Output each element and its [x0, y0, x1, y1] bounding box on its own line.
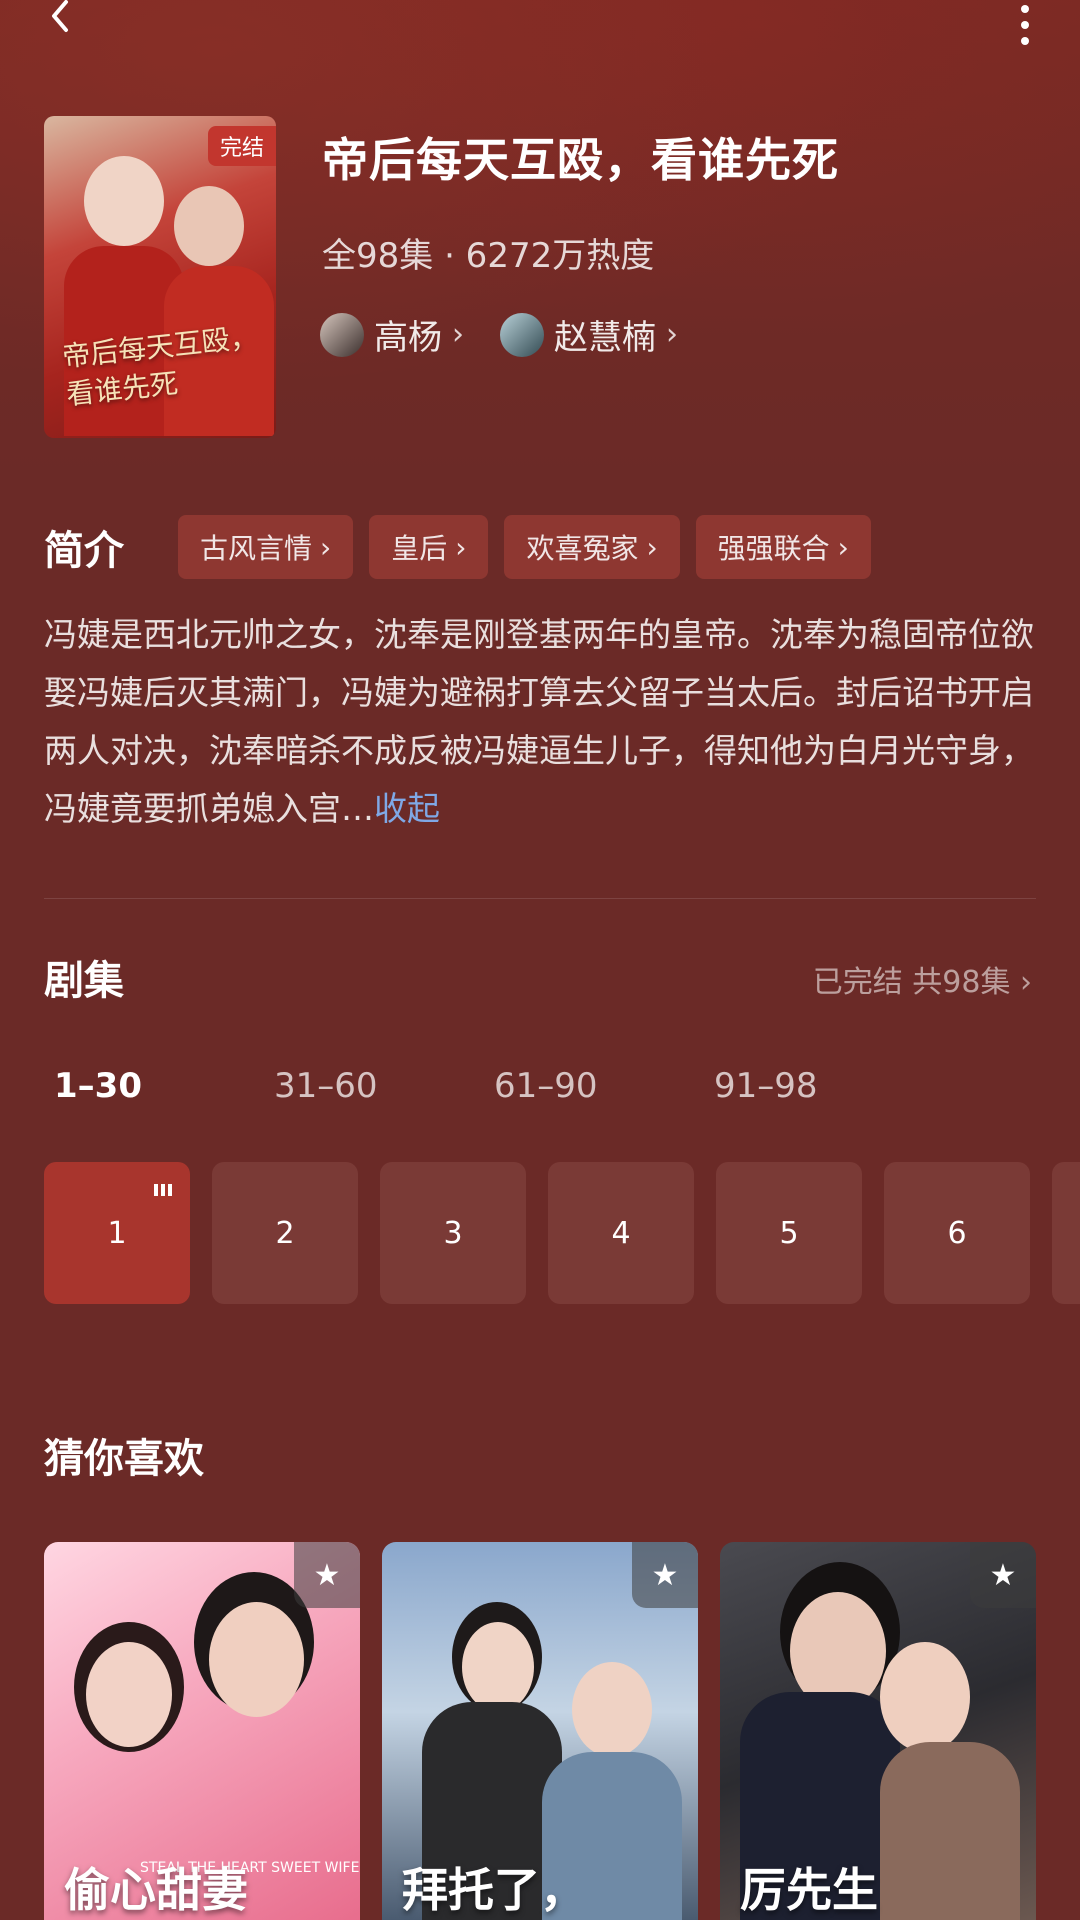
intro-header: 简介 古风言情 › 皇后 › 欢喜冤家 › 强强联合 ›	[44, 515, 871, 579]
tag-chip[interactable]: 欢喜冤家 ›	[504, 515, 680, 579]
status-badge: 完结	[207, 126, 276, 166]
episode-button-1[interactable]: 1	[44, 1162, 190, 1304]
playing-bars-icon	[154, 1184, 172, 1196]
actor-name: 赵慧楠	[554, 318, 656, 358]
episode-button-partial[interactable]	[1052, 1162, 1080, 1304]
recommend-cards: STEAL THE HEART SWEET WIFE 偷心甜妻 ★ 拜托了， ★…	[44, 1542, 1036, 1920]
recommend-label: 猜你喜欢	[44, 1436, 204, 1482]
star-icon[interactable]: ★	[970, 1542, 1036, 1608]
back-arrow-icon	[52, 0, 68, 32]
chevron-right-icon: ›	[646, 530, 658, 564]
recommend-card[interactable]: 拜托了， ★	[382, 1542, 698, 1920]
actor-link-gaoyang[interactable]: 高杨 ›	[320, 310, 464, 359]
chevron-right-icon: ›	[452, 317, 464, 352]
card-caption: 厉先生	[740, 1863, 878, 1917]
star-icon[interactable]: ★	[294, 1542, 360, 1608]
avatar	[320, 312, 364, 357]
range-tab-61-90[interactable]: 61–90	[494, 1066, 714, 1106]
actor-list: 高杨 › 赵慧楠 ›	[320, 310, 678, 359]
episode-button-5[interactable]: 5	[716, 1162, 862, 1304]
description-text: 冯婕是西北元帅之女，沈奉是刚登基两年的皇帝。沈奉为稳固帝位欲娶冯婕后灭其满门，冯…	[44, 615, 1034, 828]
chevron-right-icon: ›	[837, 530, 849, 564]
range-tab-31-60[interactable]: 31–60	[274, 1066, 494, 1106]
intro-description: 冯婕是西北元帅之女，沈奉是刚登基两年的皇帝。沈奉为稳固帝位欲娶冯婕后灭其满门，冯…	[44, 606, 1036, 838]
actor-name: 高杨	[374, 318, 442, 358]
episode-grid: 1 2 3 4 5 6	[44, 1162, 1080, 1304]
avatar	[500, 312, 544, 357]
star-icon[interactable]: ★	[632, 1542, 698, 1608]
tag-chip[interactable]: 古风言情 ›	[178, 515, 354, 579]
recommend-card[interactable]: 厉先生 ★	[720, 1542, 1036, 1920]
episode-range-tabs: 1–30 31–60 61–90 91–98	[54, 1066, 934, 1106]
episodes-label: 剧集	[44, 958, 124, 1004]
tag-chip[interactable]: 皇后 ›	[369, 515, 489, 579]
episode-button-4[interactable]: 4	[548, 1162, 694, 1304]
range-tab-1-30[interactable]: 1–30	[54, 1066, 274, 1106]
collapse-link[interactable]: 收起	[374, 789, 440, 828]
drama-poster[interactable]: 帝后每天互殴，看谁先死 完结	[44, 116, 276, 438]
tag-list: 古风言情 › 皇后 › 欢喜冤家 › 强强联合 ›	[178, 515, 871, 579]
range-tab-91-98[interactable]: 91–98	[714, 1066, 934, 1106]
recommend-card[interactable]: STEAL THE HEART SWEET WIFE 偷心甜妻 ★	[44, 1542, 360, 1920]
top-bar	[0, 0, 1080, 90]
chevron-right-icon: ›	[320, 530, 332, 564]
drama-meta: 全98集 · 6272万热度	[322, 236, 655, 276]
intro-label: 简介	[44, 528, 124, 574]
back-button[interactable]	[40, 0, 100, 40]
divider	[44, 898, 1036, 899]
card-caption: 拜托了，	[402, 1863, 586, 1917]
more-button[interactable]	[1010, 0, 1040, 50]
page-title: 帝后每天互殴，看谁先死	[322, 133, 839, 187]
actor-link-zhaohuinan[interactable]: 赵慧楠 ›	[500, 310, 678, 359]
chevron-right-icon: ›	[1020, 965, 1032, 1000]
episode-button-6[interactable]: 6	[884, 1162, 1030, 1304]
chevron-right-icon: ›	[666, 317, 678, 352]
more-vertical-icon	[1021, 5, 1029, 13]
card-caption: 偷心甜妻	[64, 1863, 248, 1917]
episode-button-3[interactable]: 3	[380, 1162, 526, 1304]
tag-chip[interactable]: 强强联合 ›	[695, 515, 871, 579]
chevron-right-icon: ›	[455, 530, 467, 564]
episodes-status-link[interactable]: 已完结 共98集 ›	[813, 957, 1032, 1001]
episode-button-2[interactable]: 2	[212, 1162, 358, 1304]
